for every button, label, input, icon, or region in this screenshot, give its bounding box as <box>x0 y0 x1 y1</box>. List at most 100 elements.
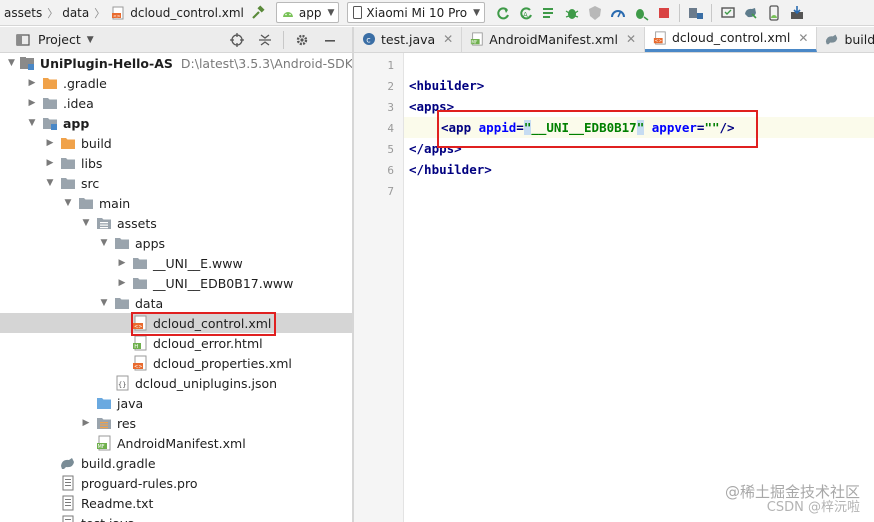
collapse-all-icon[interactable] <box>256 31 274 49</box>
editor-tab[interactable]: build.gradl <box>817 27 874 52</box>
collapse-arrow-icon[interactable]: ▶ <box>26 78 38 88</box>
code-line[interactable]: <hbuilder> <box>409 78 484 93</box>
project-panel-header: Project ▼ <box>0 27 352 53</box>
expand-arrow-icon[interactable]: ▼ <box>44 178 56 188</box>
sdk-manager-icon[interactable] <box>788 4 806 22</box>
editor-tabs: c test.java ✕ MF AndroidManifest.xml ✕ <> dclou… <box>354 27 874 53</box>
tree-row[interactable]: ▶ .idea <box>0 93 352 113</box>
tree-row[interactable]: ▼ UniPlugin-Hello-AS D:\latest\3.5.3\Andro… <box>0 53 352 73</box>
editor-tab[interactable]: c test.java ✕ <box>354 27 463 52</box>
debug-bug-icon[interactable] <box>563 4 581 22</box>
tree-row[interactable]: ▼ app <box>0 113 352 133</box>
tree-row[interactable]: ▶ res <box>0 413 352 433</box>
editor-tab[interactable]: <> dcloud_control.xml ✕ <box>645 27 818 52</box>
collapse-arrow-icon[interactable]: ▶ <box>80 418 92 428</box>
tree-row[interactable]: ▼ src <box>0 173 352 193</box>
tree-row[interactable]: ▶ libs <box>0 153 352 173</box>
toolbar-separator <box>711 3 713 22</box>
tree-row[interactable]: ▼ data <box>0 293 352 313</box>
sync-gradle-icon[interactable] <box>742 4 760 22</box>
tree-row[interactable]: ▼ apps <box>0 233 352 253</box>
tree-row-label: main <box>99 195 131 211</box>
tree-row[interactable]: MF AndroidManifest.xml <box>0 433 352 453</box>
tree-row-label: data <box>135 295 164 311</box>
tree-row[interactable]: Hdcloud_error.html <box>0 333 352 353</box>
gear-icon[interactable] <box>293 31 311 49</box>
attach-debugger-icon[interactable] <box>632 4 650 22</box>
collapse-arrow-icon[interactable]: ▶ <box>26 98 38 108</box>
expand-arrow-icon[interactable]: ▼ <box>8 58 15 68</box>
stop-icon[interactable] <box>655 4 673 22</box>
tree-row[interactable]: ▶ build <box>0 133 352 153</box>
navigation-toolbar: assets 〉 data 〉 <> dcloud_control.xml ap… <box>0 0 874 26</box>
tree-row[interactable]: ▶ __UNI__E.www <box>0 253 352 273</box>
tree-row-label: __UNI__EDB0B17.www <box>153 275 294 291</box>
tree-row[interactable]: proguard-rules.pro <box>0 473 352 493</box>
device-select-value: Xiaomi Mi 10 Pro <box>366 5 468 20</box>
collapse-arrow-icon[interactable]: ▶ <box>116 258 128 268</box>
apply-code-changes-icon[interactable]: A <box>517 4 535 22</box>
close-icon[interactable]: ✕ <box>798 31 808 45</box>
editor-tab[interactable]: MF AndroidManifest.xml ✕ <box>462 27 645 52</box>
tree-row[interactable]: ▶ .gradle <box>0 73 352 93</box>
collapse-arrow-icon[interactable]: ▶ <box>44 138 56 148</box>
svg-text:{}: {} <box>118 381 126 389</box>
project-structure-icon[interactable] <box>687 4 705 22</box>
breadcrumb-item-data[interactable]: data <box>62 6 89 20</box>
collapse-arrow-icon[interactable]: ▶ <box>44 158 56 168</box>
gauge-icon[interactable] <box>609 4 627 22</box>
list-icon[interactable] <box>540 4 558 22</box>
highlight-box-code <box>437 110 758 148</box>
code-line[interactable]: </hbuilder> <box>409 162 492 177</box>
expand-arrow-icon[interactable]: ▼ <box>98 298 110 308</box>
locate-target-icon[interactable] <box>228 31 246 49</box>
project-tree: ▼ UniPlugin-Hello-AS D:\latest\3.5.3\Andro… <box>0 53 352 522</box>
expand-arrow-icon[interactable]: ▼ <box>98 238 110 248</box>
tree-row[interactable]: {} dcloud_uniplugins.json <box>0 373 352 393</box>
watermark-line-2: CSDN @梓沅啦 <box>766 500 860 515</box>
tree-row-path: D:\latest\3.5.3\Android-SDK@3. <box>180 55 352 71</box>
svg-text:MF: MF <box>98 444 105 450</box>
module-folder-icon <box>42 115 58 131</box>
line-number: 3 <box>387 101 394 114</box>
manifest-file-icon: MF <box>470 32 484 46</box>
close-icon[interactable]: ✕ <box>443 32 453 46</box>
folder-icon <box>42 95 58 111</box>
tree-row-label: res <box>117 415 137 431</box>
editor-tab-label: AndroidManifest.xml <box>489 31 618 47</box>
build-hammer-icon[interactable] <box>249 4 267 22</box>
chevron-down-icon[interactable]: ▼ <box>87 35 94 45</box>
svg-text:c: c <box>366 36 370 45</box>
project-panel-title[interactable]: Project <box>38 32 81 47</box>
device-select[interactable]: Xiaomi Mi 10 Pro ▼ <box>347 2 486 23</box>
line-number: 6 <box>387 164 394 177</box>
tree-row[interactable]: ▼ main <box>0 193 352 213</box>
tree-row[interactable]: test.java <box>0 513 352 522</box>
tree-row-label: test.java <box>81 516 135 522</box>
tree-row[interactable]: ▶ __UNI__EDB0B17.www <box>0 273 352 293</box>
tree-row[interactable]: build.gradle <box>0 453 352 473</box>
toolbar-separator <box>679 3 681 22</box>
line-number: 1 <box>387 59 394 72</box>
module-select[interactable]: app ▼ <box>275 2 340 23</box>
tree-row[interactable]: Readme.txt <box>0 493 352 513</box>
expand-arrow-icon[interactable]: ▼ <box>62 198 74 208</box>
tree-row[interactable]: ▼ assets <box>0 213 352 233</box>
tree-row[interactable]: java <box>0 393 352 413</box>
close-icon[interactable]: ✕ <box>626 32 636 46</box>
collapse-arrow-icon[interactable]: ▶ <box>116 278 128 288</box>
svg-text:H: H <box>134 344 138 350</box>
tree-row-label: .idea <box>63 95 94 111</box>
tree-row[interactable]: <> dcloud_properties.xml <box>0 353 352 373</box>
apply-changes-restart-icon[interactable] <box>494 4 512 22</box>
line-number: 2 <box>387 80 394 93</box>
device-manager-icon[interactable] <box>719 4 737 22</box>
expand-arrow-icon[interactable]: ▼ <box>26 118 38 128</box>
expand-arrow-icon[interactable]: ▼ <box>80 218 92 228</box>
breadcrumb-item-file[interactable]: dcloud_control.xml <box>130 6 244 20</box>
tree-row-label: proguard-rules.pro <box>81 475 198 491</box>
profile-shield-icon[interactable] <box>586 4 604 22</box>
avd-manager-icon[interactable] <box>765 4 783 22</box>
breadcrumb-item-assets[interactable]: assets <box>4 6 42 20</box>
minimize-icon[interactable] <box>321 31 339 49</box>
